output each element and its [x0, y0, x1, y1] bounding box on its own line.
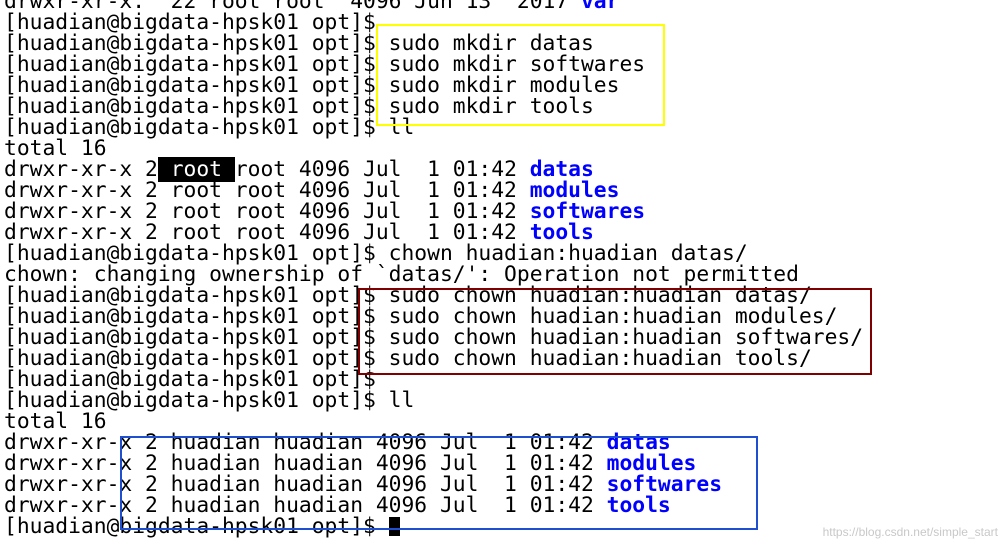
terminal-line: [huadian@bigdata-hpsk01 opt]$: [4, 369, 376, 390]
terminal-line: chown: changing ownership of `datas/': O…: [4, 264, 799, 285]
terminal-line: [huadian@bigdata-hpsk01 opt]$ ll: [4, 117, 414, 138]
terminal-line: total 16: [4, 411, 107, 432]
terminal-line: drwxr-xr-x 2 root root 4096 Jul 1 01:42 …: [4, 180, 619, 201]
annotation-box-mkdir: [376, 24, 665, 126]
terminal-line: total 16: [4, 138, 107, 159]
annotation-box-listing: [120, 436, 758, 530]
watermark: https://blog.csdn.net/simple_start: [822, 525, 998, 539]
terminal-line: drwxr-xr-x 2 root root 4096 Jul 1 01:42 …: [4, 157, 594, 182]
directory-name: var: [580, 0, 620, 14]
terminal-line: drwxr-xr-x 2 root root 4096 Jul 1 01:42 …: [4, 222, 594, 243]
terminal-line: [huadian@bigdata-hpsk01 opt]$ chown huad…: [4, 243, 748, 264]
terminal-line: [huadian@bigdata-hpsk01 opt]$: [4, 12, 376, 33]
terminal-line: drwxr-xr-x 2 root root 4096 Jul 1 01:42 …: [4, 201, 645, 222]
terminal-line: [huadian@bigdata-hpsk01 opt]$ ll: [4, 390, 414, 411]
annotation-box-chown: [358, 288, 872, 375]
